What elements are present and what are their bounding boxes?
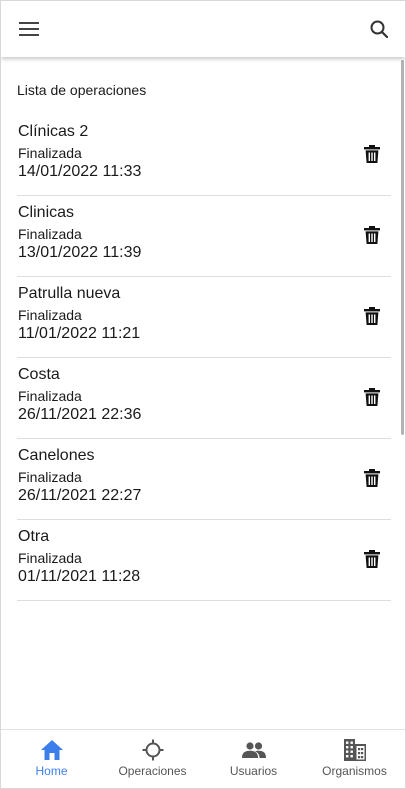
app-window: Lista de operaciones Clínicas 2 Finaliza… — [0, 0, 406, 789]
nav-label: Organismos — [322, 764, 387, 778]
operations-content: Lista de operaciones Clínicas 2 Finaliza… — [1, 58, 405, 729]
delete-operation-button[interactable] — [359, 222, 385, 248]
nav-label: Operaciones — [118, 764, 187, 778]
operation-name: Clinicas — [18, 204, 75, 221]
operation-status: Finalizada — [18, 145, 82, 161]
operation-name: Canelones — [18, 447, 95, 464]
delete-operation-button[interactable] — [359, 303, 385, 329]
operation-name: Patrulla nueva — [18, 285, 121, 302]
content-scrollbar[interactable] — [401, 60, 404, 435]
operation-item[interactable]: Clínicas 2 Finalizada 14/01/2022 11:33 — [17, 115, 391, 196]
hamburger-menu-icon — [19, 22, 39, 36]
operation-status: Finalizada — [18, 226, 82, 242]
search-icon — [370, 20, 388, 38]
section-title: Lista de operaciones — [17, 82, 147, 98]
bottom-navigation: Home Operaciones Usuarios Organismos — [1, 729, 405, 788]
delete-operation-button[interactable] — [359, 465, 385, 491]
operation-status: Finalizada — [18, 469, 82, 485]
operation-item[interactable]: Clinicas Finalizada 13/01/2022 11:39 — [17, 196, 391, 277]
nav-item-operaciones[interactable]: Operaciones — [102, 730, 203, 788]
people-icon — [241, 738, 266, 762]
nav-item-home[interactable]: Home — [1, 730, 102, 788]
operation-item[interactable]: Costa Finalizada 26/11/2021 22:36 — [17, 358, 391, 439]
trash-icon — [364, 226, 380, 244]
nav-label: Usuarios — [229, 764, 278, 778]
crosshair-icon — [141, 738, 165, 762]
top-app-bar — [1, 1, 405, 57]
building-icon — [343, 738, 367, 762]
operation-date: 26/11/2021 22:36 — [18, 406, 142, 423]
delete-operation-button[interactable] — [359, 384, 385, 410]
operation-item[interactable]: Canelones Finalizada 26/11/2021 22:27 — [17, 439, 391, 520]
menu-button[interactable] — [13, 13, 45, 45]
trash-icon — [364, 388, 380, 406]
trash-icon — [364, 307, 380, 325]
operations-list: Clínicas 2 Finalizada 14/01/2022 11:33 C… — [17, 115, 391, 601]
search-button[interactable] — [363, 13, 395, 45]
operation-date: 11/01/2022 11:21 — [18, 325, 141, 342]
delete-operation-button[interactable] — [359, 141, 385, 167]
operation-name: Otra — [18, 528, 50, 545]
operation-date: 14/01/2022 11:33 — [18, 163, 142, 180]
nav-item-usuarios[interactable]: Usuarios — [203, 730, 304, 788]
delete-operation-button[interactable] — [359, 546, 385, 572]
nav-label: Home — [35, 764, 68, 778]
home-icon — [40, 738, 64, 762]
trash-icon — [364, 469, 380, 487]
operation-name: Clínicas 2 — [18, 123, 89, 140]
operation-date: 13/01/2022 11:39 — [18, 244, 142, 261]
operation-date: 26/11/2021 22:27 — [18, 487, 142, 504]
operation-date: 01/11/2021 11:28 — [18, 568, 141, 585]
operation-status: Finalizada — [18, 550, 82, 566]
operation-item[interactable]: Patrulla nueva Finalizada 11/01/2022 11:… — [17, 277, 391, 358]
operation-status: Finalizada — [18, 307, 82, 323]
trash-icon — [364, 550, 380, 568]
trash-icon — [364, 145, 380, 163]
operation-name: Costa — [18, 366, 60, 383]
operation-status: Finalizada — [18, 388, 82, 404]
operation-item[interactable]: Otra Finalizada 01/11/2021 11:28 — [17, 520, 391, 601]
nav-item-organismos[interactable]: Organismos — [304, 730, 405, 788]
